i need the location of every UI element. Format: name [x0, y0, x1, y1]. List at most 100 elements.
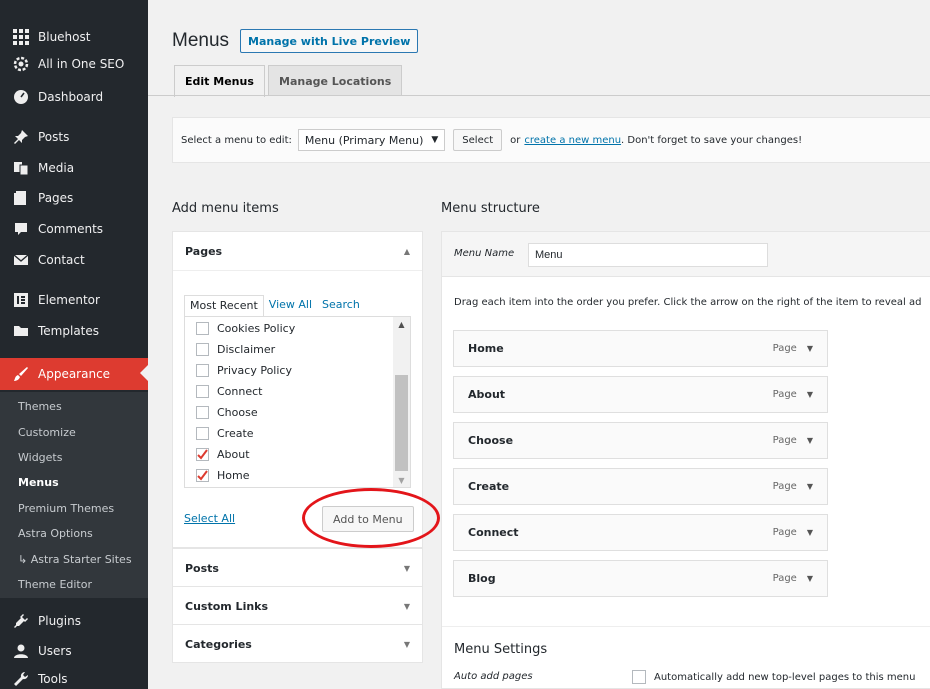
- menu-item-meta: Page ▼: [773, 435, 813, 446]
- list-item[interactable]: Privacy Policy: [196, 360, 292, 380]
- submenu-item-premium-themes[interactable]: Premium Themes: [0, 496, 148, 521]
- list-item[interactable]: Cookies Policy: [196, 318, 295, 338]
- sidebar-item-bluehost[interactable]: Bluehost: [0, 22, 148, 52]
- chevron-down-icon[interactable]: ▼: [807, 528, 813, 537]
- media-icon: [12, 159, 30, 177]
- sidebar-item-elementor[interactable]: Elementor: [0, 285, 148, 315]
- scroll-thumb[interactable]: [395, 375, 408, 471]
- checkbox[interactable]: [196, 342, 209, 356]
- sidebar-item-comments[interactable]: Comments: [0, 214, 148, 244]
- live-preview-button[interactable]: Manage with Live Preview: [240, 29, 419, 53]
- menu-item-choose[interactable]: Choose Page ▼: [453, 422, 828, 459]
- sidebar-item-contact[interactable]: Contact: [0, 245, 148, 275]
- checkbox[interactable]: [196, 426, 209, 440]
- sidebar-item-label: Elementor: [38, 293, 100, 307]
- create-new-menu-link[interactable]: create a new menu: [524, 135, 621, 146]
- list-item[interactable]: Choose: [196, 402, 258, 422]
- checkbox[interactable]: [196, 363, 209, 377]
- menu-name-row: Menu Name: [442, 232, 930, 277]
- sidebar-item-dashboard[interactable]: Dashboard: [0, 82, 148, 112]
- menu-item-blog[interactable]: Blog Page ▼: [453, 560, 828, 597]
- checkbox[interactable]: [196, 405, 209, 419]
- scroll-up-icon[interactable]: ▲: [393, 317, 410, 331]
- tab-most-recent[interactable]: Most Recent: [184, 295, 264, 317]
- auto-add-checkbox[interactable]: [632, 670, 646, 684]
- tab-edit-menus[interactable]: Edit Menus: [174, 65, 265, 97]
- page-title: Menus: [172, 30, 230, 51]
- menu-item-title: Choose: [468, 434, 514, 447]
- page-label: Privacy Policy: [217, 363, 292, 377]
- sidebar-item-templates[interactable]: Templates: [0, 316, 148, 346]
- scroll-down-icon[interactable]: ▼: [393, 473, 410, 487]
- menu-name-input[interactable]: [528, 243, 768, 267]
- menu-item-title: Home: [468, 342, 504, 355]
- menu-settings-title: Menu Settings: [454, 642, 548, 657]
- chevron-down-icon[interactable]: ▼: [807, 390, 813, 399]
- categories-accordion-header[interactable]: Categories ▼: [173, 625, 422, 663]
- menu-select-value: Menu (Primary Menu): [304, 133, 424, 147]
- sidebar-item-label: Users: [38, 644, 72, 658]
- sidebar-item-tools[interactable]: Tools: [0, 664, 148, 689]
- posts-accordion-header[interactable]: Posts ▼: [173, 549, 422, 587]
- checklist-scrollbar[interactable]: ▲ ▼: [393, 317, 410, 487]
- checkbox[interactable]: [196, 321, 209, 335]
- sidebar-item-aioseo[interactable]: All in One SEO: [0, 49, 148, 79]
- menu-item-meta: Page ▼: [773, 573, 813, 584]
- gear-icon: [12, 55, 30, 73]
- menu-item-connect[interactable]: Connect Page ▼: [453, 514, 828, 551]
- custom-links-accordion: Custom Links ▼: [172, 586, 423, 625]
- chevron-down-icon[interactable]: ▼: [807, 436, 813, 445]
- checkbox-checked[interactable]: [196, 447, 209, 461]
- auto-add-option[interactable]: Automatically add new top-level pages to…: [632, 670, 915, 684]
- submenu-item-astra-options[interactable]: Astra Options: [0, 521, 148, 546]
- menu-item-home[interactable]: Home Page ▼: [453, 330, 828, 367]
- checkbox-checked[interactable]: [196, 468, 209, 482]
- chevron-down-icon[interactable]: ▼: [807, 344, 813, 353]
- tab-search[interactable]: Search: [317, 295, 365, 317]
- save-reminder-text: . Don't forget to save your changes!: [621, 134, 803, 146]
- list-item[interactable]: About: [196, 444, 250, 464]
- chevron-down-icon[interactable]: ▼: [807, 482, 813, 491]
- sidebar-item-plugins[interactable]: Plugins: [0, 606, 148, 636]
- tab-view-all[interactable]: View All: [264, 295, 317, 317]
- sidebar-item-appearance[interactable]: Appearance: [0, 358, 148, 390]
- list-item[interactable]: Disclaimer: [196, 339, 275, 359]
- page-label: Cookies Policy: [217, 321, 296, 335]
- menu-item-about[interactable]: About Page ▼: [453, 376, 828, 413]
- menu-item-type: Page: [772, 527, 797, 538]
- submenu-item-widgets[interactable]: Widgets: [0, 445, 148, 470]
- submenu-item-menus[interactable]: Menus: [0, 470, 148, 495]
- menu-item-meta: Page ▼: [773, 481, 813, 492]
- list-item[interactable]: Connect: [196, 381, 262, 401]
- appearance-submenu: Themes Customize Widgets Menus Premium T…: [0, 392, 148, 598]
- sidebar-item-posts[interactable]: Posts: [0, 122, 148, 152]
- list-item[interactable]: Home: [196, 465, 249, 485]
- gauge-icon: [12, 88, 30, 106]
- tab-manage-locations[interactable]: Manage Locations: [268, 65, 403, 96]
- folder-icon: [12, 322, 30, 340]
- submenu-item-theme-editor[interactable]: Theme Editor: [0, 572, 148, 597]
- checkbox[interactable]: [196, 384, 209, 398]
- chevron-down-icon[interactable]: ▼: [807, 574, 813, 583]
- tab-divider: [148, 95, 930, 96]
- submenu-item-customize[interactable]: Customize: [0, 420, 148, 445]
- menu-select-bar: Select a menu to edit: Menu (Primary Men…: [172, 117, 930, 163]
- sidebar-item-label: Comments: [38, 222, 104, 236]
- menu-item-create[interactable]: Create Page ▼: [453, 468, 828, 505]
- menu-select-dropdown[interactable]: Menu (Primary Menu) ▼: [297, 129, 446, 151]
- sidebar-item-users[interactable]: Users: [0, 636, 148, 666]
- pages-accordion-header[interactable]: Pages ▲: [173, 232, 422, 270]
- submenu-item-themes[interactable]: Themes: [0, 394, 148, 419]
- mail-icon: [12, 251, 30, 269]
- list-item[interactable]: Create: [196, 423, 254, 443]
- sidebar-item-label: Media: [38, 161, 75, 175]
- auto-add-text: Automatically add new top-level pages to…: [654, 671, 916, 683]
- submenu-item-astra-starter-sites[interactable]: ↳ Astra Starter Sites: [0, 547, 148, 572]
- sidebar-item-pages[interactable]: Pages: [0, 183, 148, 213]
- sidebar-item-media[interactable]: Media: [0, 153, 148, 183]
- menu-item-type: Page: [772, 481, 797, 492]
- page-icon: [12, 189, 30, 207]
- select-all-link[interactable]: Select All: [184, 512, 235, 525]
- select-menu-button[interactable]: Select: [453, 129, 503, 151]
- custom-links-accordion-header[interactable]: Custom Links ▼: [173, 587, 422, 625]
